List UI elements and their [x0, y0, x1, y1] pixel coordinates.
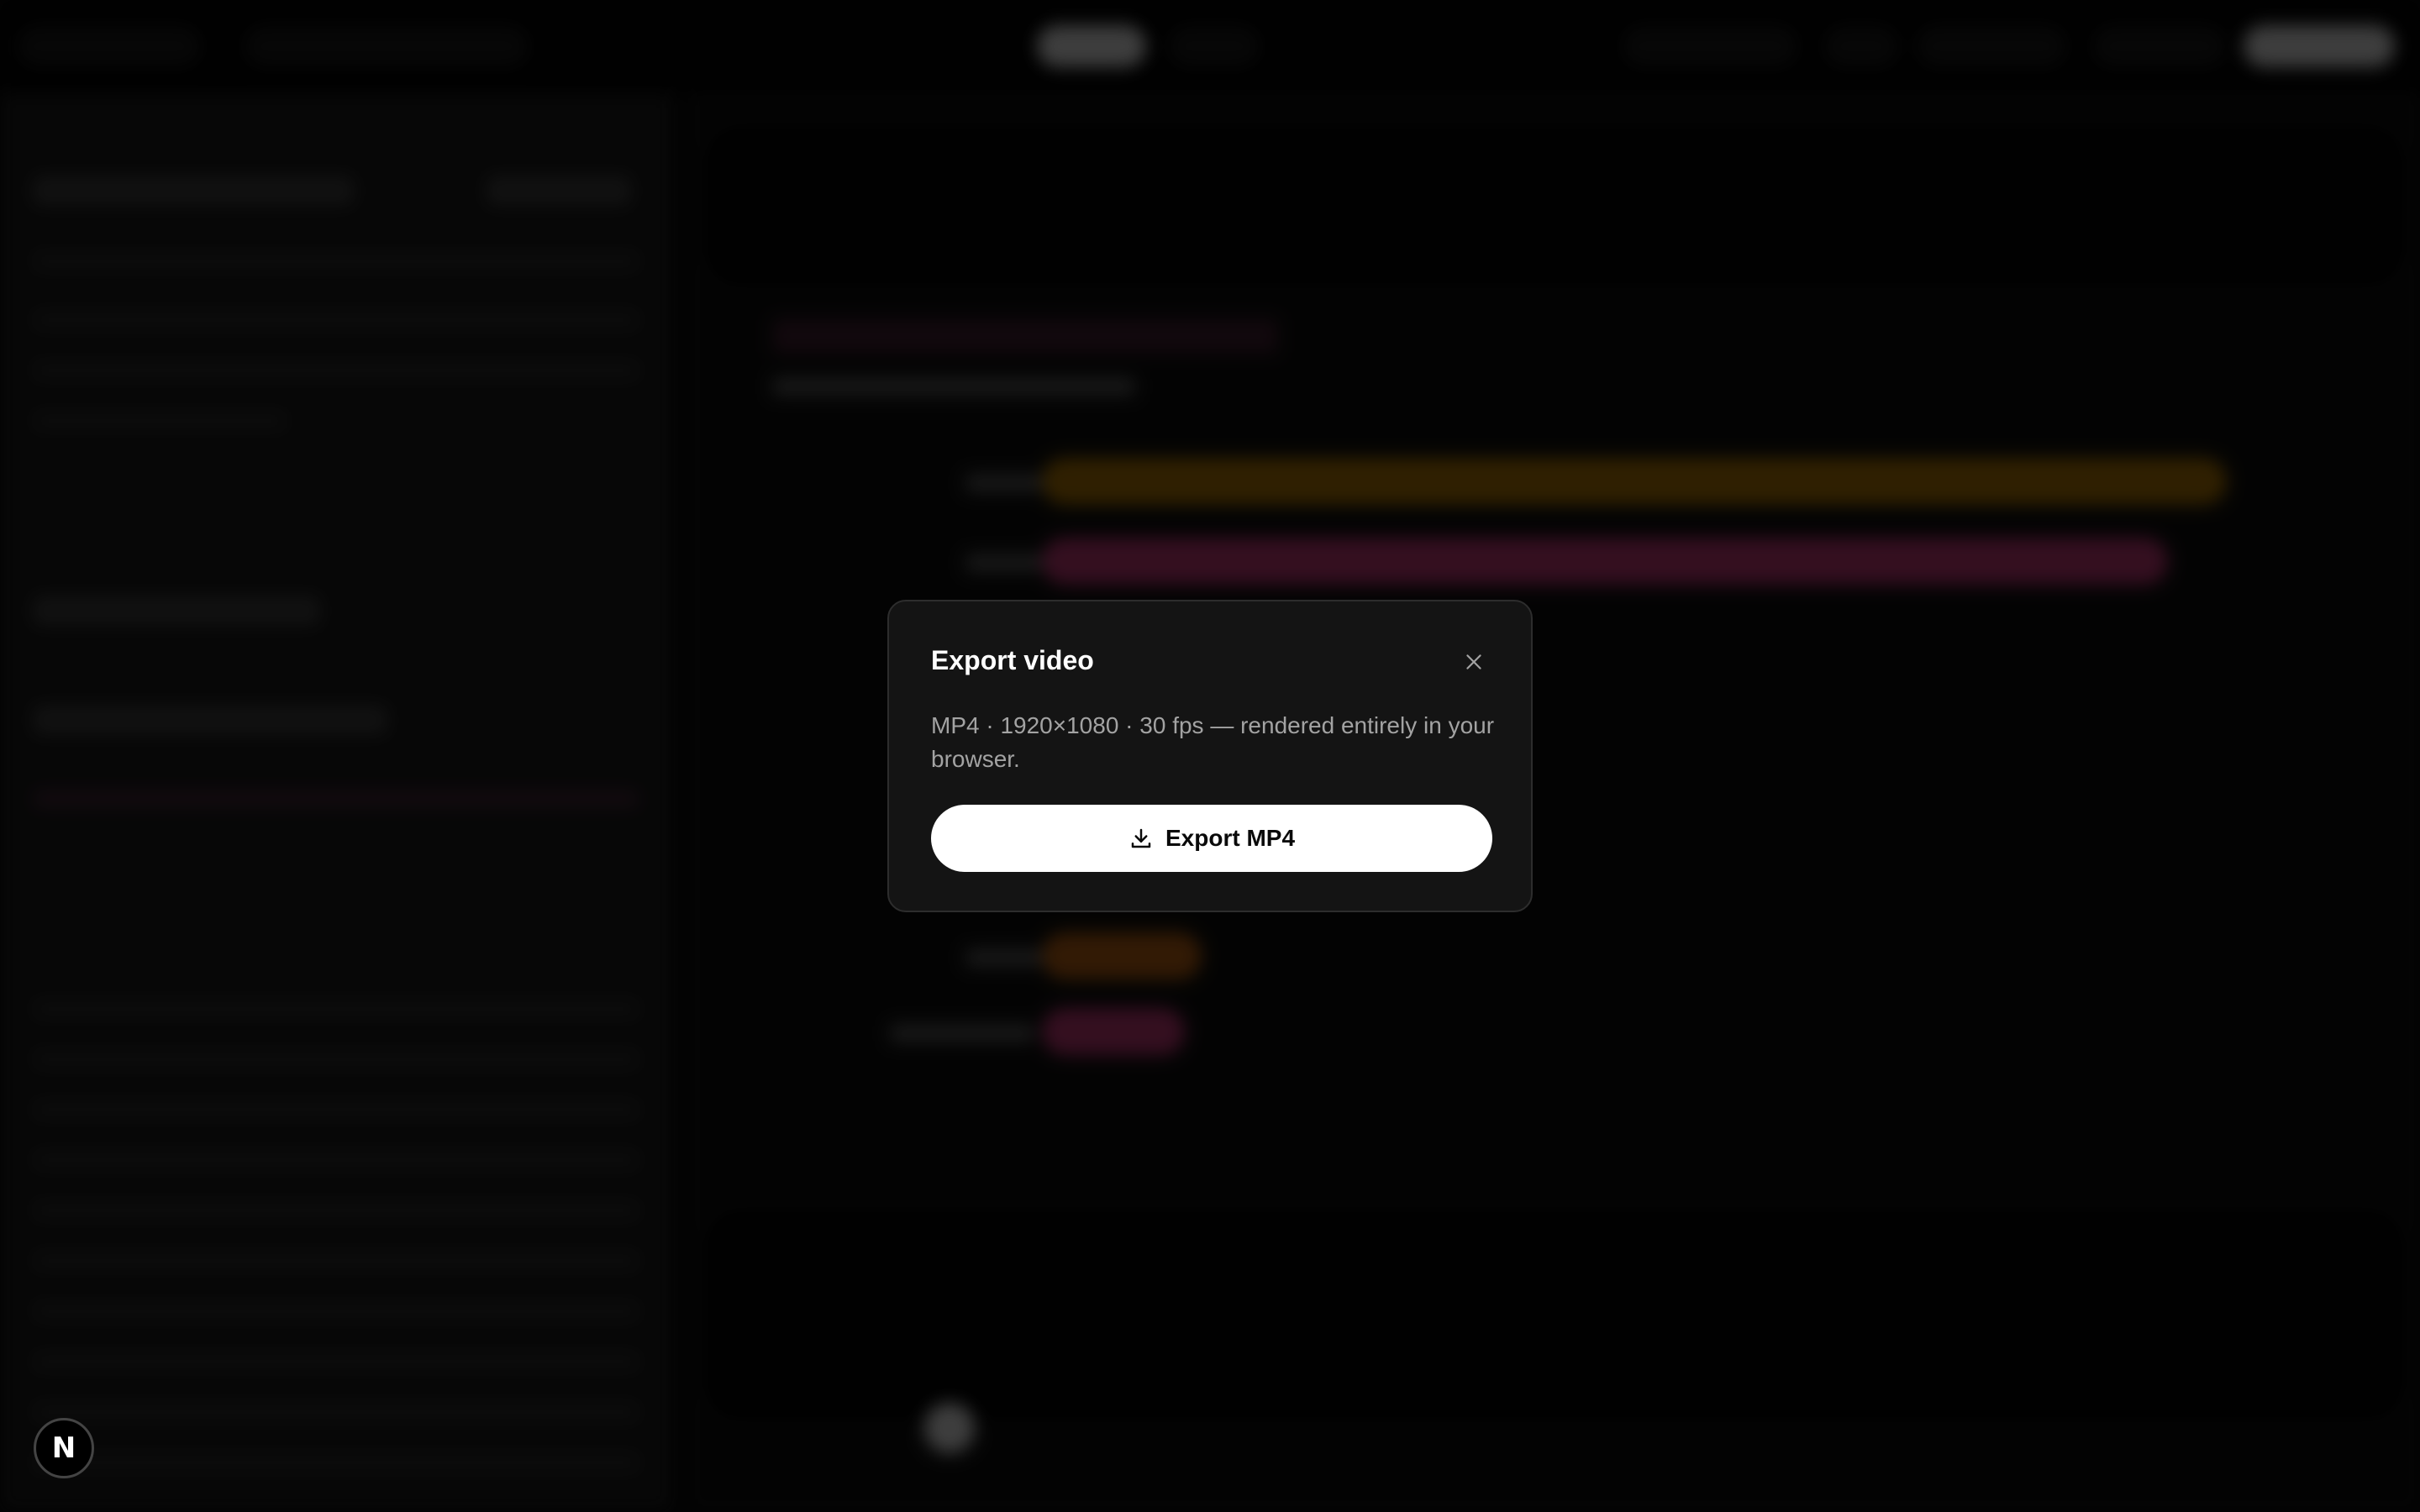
- dialog-title: Export video: [931, 645, 1094, 675]
- export-video-dialog: Export video MP4 · 1920×1080 · 30 fps — …: [887, 600, 1533, 912]
- dialog-description: MP4 · 1920×1080 · 30 fps — rendered enti…: [931, 712, 1495, 772]
- export-mp4-label: Export MP4: [1165, 825, 1296, 851]
- close-icon: [1466, 654, 1481, 669]
- fab-letter: N: [51, 1431, 76, 1465]
- close-button[interactable]: [1450, 638, 1497, 685]
- download-icon: [1131, 828, 1151, 848]
- nextjs-logo-icon[interactable]: N: [34, 1418, 94, 1478]
- export-mp4-button[interactable]: Export MP4: [931, 805, 1492, 872]
